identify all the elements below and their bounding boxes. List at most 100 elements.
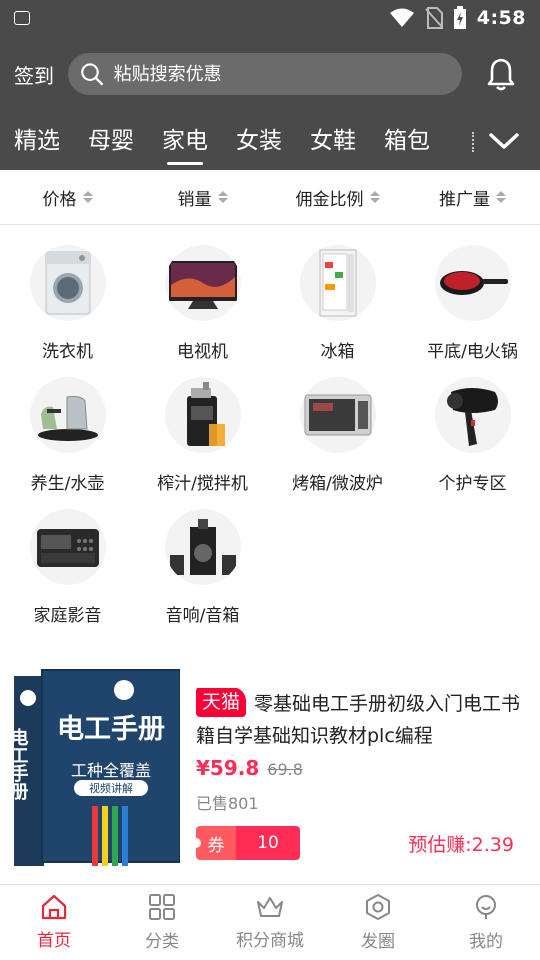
hair-dryer-icon [434,377,511,453]
category-juicer[interactable]: 榨汁/搅拌机 [135,377,270,503]
category-label: 烤箱/微波炉 [292,474,383,494]
category-label: 养生/水壶 [30,474,105,494]
user-icon [476,895,496,919]
clock: 4:58 [476,7,526,29]
category-label: 平底/电火锅 [427,342,518,362]
expand-tabs-button[interactable] [468,112,540,170]
grid-icon [149,894,175,920]
category-microwave[interactable]: 烤箱/微波炉 [270,377,405,503]
battery-charging-icon [453,6,466,29]
category-label: 电视机 [177,342,228,362]
search-icon [81,63,104,86]
category-label: 冰箱 [320,342,355,362]
nav-label: 发圈 [361,932,395,952]
tab-5[interactable]: 箱包 [384,121,430,161]
app-notification-icon [14,11,30,25]
sort-arrows-icon [496,191,506,203]
nav-points-mall[interactable]: 积分商城 [216,885,324,960]
frying-pan-icon [434,245,511,321]
category-pan[interactable]: 平底/电火锅 [405,245,540,371]
product-info: 天猫 零基础电工手册初级入门电工书籍自学基础知识教材plc编程 ¥59.8 69.… [180,668,526,867]
microwave-icon [299,377,376,453]
category-label: 家庭影音 [33,606,102,626]
search-bar[interactable] [68,53,462,95]
radio-icon [29,509,106,585]
category-speaker[interactable]: 音响/音箱 [135,509,270,635]
television-icon [164,245,241,321]
estimated-earnings: 预估赚:2.39 [408,833,514,856]
category-personal-care[interactable]: 个护专区 [405,377,540,503]
sort-label: 销量 [177,189,212,210]
sort-label: 价格 [42,189,77,210]
coupon-value: 10 [236,826,300,860]
no-sim-icon [424,7,443,29]
original-price: 69.8 [267,760,303,779]
bell-icon [487,58,515,91]
tab-2-active[interactable]: 家电 [162,121,208,165]
product-image: 电工手册 电工手册 工种全覆盖 视频讲解 [14,668,180,868]
category-tv[interactable]: 电视机 [135,245,270,371]
svg-text:电工手册: 电工手册 [14,727,29,801]
category-label: 个护专区 [438,474,507,494]
nav-category[interactable]: 分类 [108,885,216,960]
kettle-icon [29,377,106,453]
bottom-nav: 首页 分类 积分商城 发圈 我的 [0,884,540,960]
product-title[interactable]: 天猫 零基础电工手册初级入门电工书籍自学基础知识教材plc编程 [196,688,526,752]
sort-promotion[interactable]: 推广量 [405,185,540,210]
tab-3[interactable]: 女装 [236,121,282,161]
washing-machine-icon [29,245,106,321]
tab-4[interactable]: 女鞋 [310,121,356,161]
category-home-av[interactable]: 家庭影音 [0,509,135,635]
category-tabs: 精选 母婴 家电 女装 女鞋 箱包 [0,112,540,170]
category-label: 洗衣机 [42,342,93,362]
tmall-badge: 天猫 [196,688,247,717]
sort-label: 推广量 [439,189,490,210]
coupon-label: 券 [196,826,236,860]
svg-text:视频讲解: 视频讲解 [89,781,133,795]
current-price: ¥59.8 [196,756,260,780]
category-kettle[interactable]: 养生/水壶 [0,377,135,503]
category-fridge[interactable]: 冰箱 [270,245,405,371]
nav-mine[interactable]: 我的 [432,885,540,960]
sort-commission[interactable]: 佣金比例 [270,185,405,210]
hexagon-icon [366,894,390,920]
nav-label: 首页 [37,931,71,951]
juicer-icon [164,377,241,453]
speaker-icon [164,509,241,585]
sort-bar: 价格 销量 佣金比例 推广量 [0,170,540,225]
search-row: 签到 [0,36,540,112]
nav-moments[interactable]: 发圈 [324,885,432,960]
nav-label: 我的 [469,932,503,952]
price-row: ¥59.8 69.8 [196,756,526,780]
chevron-down-icon [489,133,519,149]
category-label: 音响/音箱 [165,606,240,626]
category-washing-machine[interactable]: 洗衣机 [0,245,135,371]
coupon-badge[interactable]: 券 10 [196,826,300,860]
header: 4:58 签到 精选 母婴 家电 女装 女鞋 箱包 [0,0,540,170]
crown-icon [257,897,283,917]
sold-count: 已售801 [196,794,259,813]
signin-button[interactable]: 签到 [14,60,54,89]
sort-sales[interactable]: 销量 [135,185,270,210]
sort-price[interactable]: 价格 [0,185,135,210]
nav-home[interactable]: 首页 [0,885,108,960]
sort-arrows-icon [369,191,380,203]
home-icon [41,894,67,920]
category-grid: 洗衣机 电视机 冰箱 平底/电火锅 养生/水壶 榨汁/搅拌机 烤箱/微波炉 个护… [0,225,540,635]
tab-divider [472,132,474,152]
search-input[interactable] [113,63,450,85]
tab-1[interactable]: 母婴 [88,121,134,161]
refrigerator-icon [299,245,376,321]
nav-label: 积分商城 [236,931,304,951]
sort-arrows-icon [217,191,228,203]
svg-text:工种全覆盖: 工种全覆盖 [71,761,151,780]
tab-0[interactable]: 精选 [14,121,60,161]
wifi-icon [389,8,414,27]
notification-button[interactable] [476,49,526,99]
nav-label: 分类 [145,932,179,952]
svg-text:电工手册: 电工手册 [57,714,165,745]
product-card[interactable]: 电工手册 电工手册 工种全覆盖 视频讲解 天猫 零基础电工手册初级入门电工书籍自学… [0,660,540,875]
category-label: 榨汁/搅拌机 [157,474,248,494]
sort-label: 佣金比例 [295,189,364,210]
status-bar: 4:58 [0,0,540,36]
